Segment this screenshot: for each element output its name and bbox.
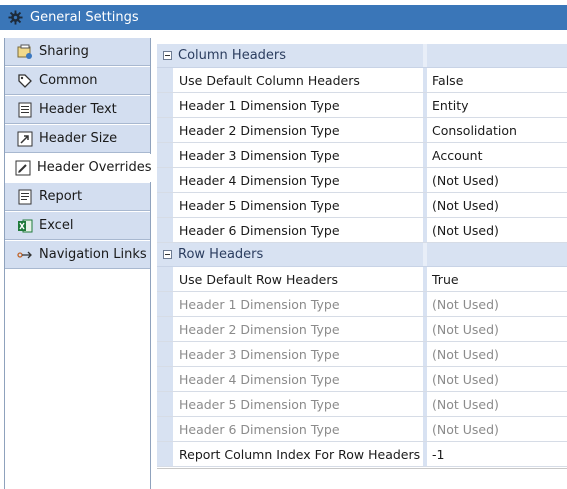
property-name: Report Column Index For Row Headers — [179, 446, 421, 462]
sidebar-item-label: Common — [39, 73, 98, 88]
property-name: Header 4 Dimension Type — [179, 172, 340, 188]
sidebar-item-label: Header Text — [39, 102, 117, 117]
property-row: Header 1 Dimension Type (Not Used) — [157, 292, 567, 317]
property-name: Header 5 Dimension Type — [179, 197, 340, 213]
property-value[interactable]: True — [427, 267, 567, 291]
window-title: General Settings — [30, 10, 139, 25]
property-name: Header 1 Dimension Type — [179, 97, 340, 113]
property-row[interactable]: Header 2 Dimension Type Consolidation — [157, 118, 567, 143]
title-bar: General Settings — [0, 0, 567, 36]
property-name: Header 4 Dimension Type — [179, 371, 340, 387]
column-divider — [423, 44, 427, 67]
property-value[interactable]: Entity — [427, 93, 567, 117]
sidebar-item-sharing[interactable]: Sharing — [5, 38, 150, 66]
property-name: Header 2 Dimension Type — [179, 122, 340, 138]
tag-icon — [17, 73, 33, 89]
sidebar-item-label: Navigation Links — [39, 247, 147, 262]
property-value[interactable]: Account — [427, 143, 567, 167]
property-value: (Not Used) — [427, 292, 567, 316]
category-column-headers: Column Headers — [157, 44, 567, 68]
property-row: Header 5 Dimension Type (Not Used) — [157, 392, 567, 417]
property-row: Header 4 Dimension Type (Not Used) — [157, 367, 567, 392]
excel-icon — [17, 218, 33, 234]
property-row: Header 3 Dimension Type (Not Used) — [157, 342, 567, 367]
edit-icon — [15, 160, 31, 176]
sidebar-item-navigation-links[interactable]: Navigation Links — [5, 241, 150, 269]
property-name: Header 1 Dimension Type — [179, 296, 340, 312]
document-icon — [17, 102, 33, 118]
sidebar-item-common[interactable]: Common — [5, 67, 150, 95]
property-name: Header 3 Dimension Type — [179, 346, 340, 362]
resize-icon — [17, 131, 33, 147]
property-value: (Not Used) — [427, 392, 567, 416]
property-row: Header 2 Dimension Type (Not Used) — [157, 317, 567, 342]
sidebar-item-label: Excel — [39, 218, 74, 233]
property-row[interactable]: Header 3 Dimension Type Account — [157, 143, 567, 168]
property-name: Header 5 Dimension Type — [179, 396, 340, 412]
category-label: Column Headers — [178, 48, 287, 63]
link-icon — [17, 247, 33, 263]
sharing-icon — [17, 44, 33, 60]
sidebar-item-header-text[interactable]: Header Text — [5, 96, 150, 124]
property-value: (Not Used) — [427, 417, 567, 441]
property-row[interactable]: Use Default Row Headers True — [157, 267, 567, 292]
property-value[interactable]: -1 — [427, 442, 567, 466]
property-value[interactable]: (Not Used) — [427, 193, 567, 217]
sidebar-item-label: Header Overrides — [37, 160, 152, 175]
report-icon — [17, 189, 33, 205]
property-name: Use Default Row Headers — [179, 271, 338, 287]
property-row[interactable]: Header 5 Dimension Type (Not Used) — [157, 193, 567, 218]
collapse-icon[interactable] — [163, 51, 172, 60]
property-name: Header 3 Dimension Type — [179, 147, 340, 163]
sidebar-item-label: Report — [39, 189, 83, 204]
property-row: Header 6 Dimension Type (Not Used) — [157, 417, 567, 442]
sidebar-item-label: Header Size — [39, 131, 118, 146]
sidebar-item-excel[interactable]: Excel — [5, 212, 150, 240]
property-row[interactable]: Use Default Column Headers False — [157, 68, 567, 93]
property-name: Header 6 Dimension Type — [179, 222, 340, 238]
property-row[interactable]: Report Column Index For Row Headers -1 — [157, 442, 567, 467]
property-value[interactable]: Consolidation — [427, 118, 567, 142]
category-row-headers: Row Headers — [157, 243, 567, 267]
property-name: Header 6 Dimension Type — [179, 421, 340, 437]
property-value[interactable]: False — [427, 68, 567, 92]
property-value[interactable]: (Not Used) — [427, 218, 567, 242]
title-bar-strip: General Settings — [0, 5, 567, 30]
property-row[interactable]: Header 1 Dimension Type Entity — [157, 93, 567, 118]
sidebar-item-report[interactable]: Report — [5, 183, 150, 211]
sidebar-item-header-size[interactable]: Header Size — [5, 125, 150, 153]
category-label: Row Headers — [178, 247, 264, 262]
property-row[interactable]: Header 4 Dimension Type (Not Used) — [157, 168, 567, 193]
settings-sidebar: Sharing Common Header Text Header Size H… — [4, 38, 153, 489]
property-name: Header 2 Dimension Type — [179, 321, 340, 337]
property-grid: Column Headers Use Default Column Header… — [157, 44, 567, 469]
property-value[interactable]: (Not Used) — [427, 168, 567, 192]
sidebar-item-header-overrides[interactable]: Header Overrides — [5, 154, 153, 182]
property-name: Use Default Column Headers — [179, 72, 360, 88]
property-value: (Not Used) — [427, 367, 567, 391]
collapse-icon[interactable] — [163, 250, 172, 259]
property-value: (Not Used) — [427, 342, 567, 366]
sidebar-item-label: Sharing — [39, 44, 89, 59]
column-divider — [423, 243, 427, 266]
property-value: (Not Used) — [427, 317, 567, 341]
property-row[interactable]: Header 6 Dimension Type (Not Used) — [157, 218, 567, 243]
gear-icon — [7, 10, 23, 26]
